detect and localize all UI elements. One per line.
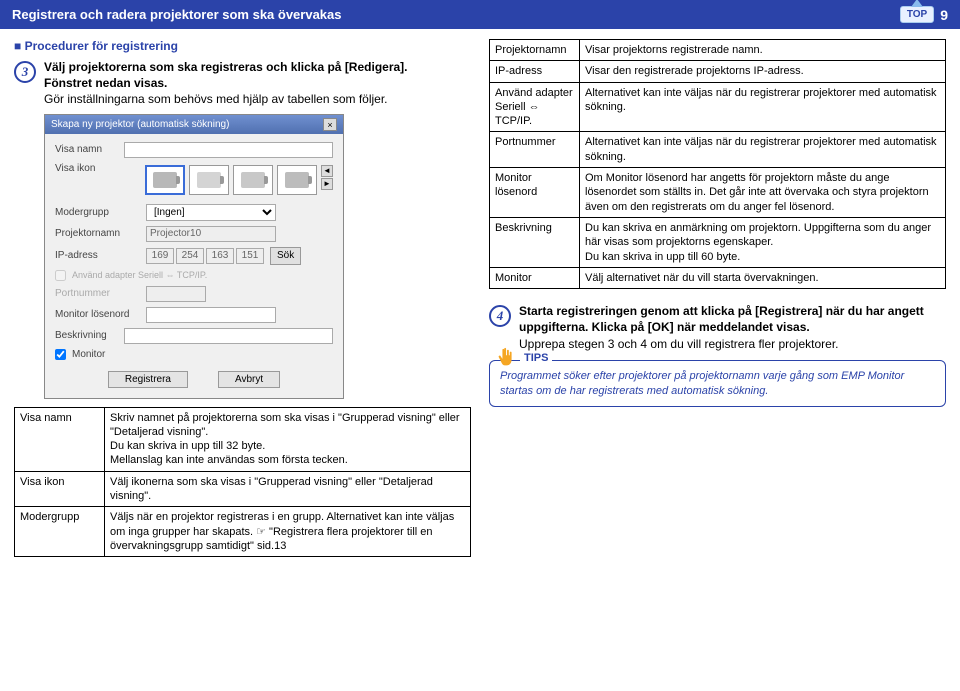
close-icon[interactable]: × (323, 118, 337, 131)
table-row: Använd adapter Seriell ⇔ TCP/IP.Alternat… (490, 82, 946, 132)
table-row: ProjektornamnVisar projektorns registrer… (490, 40, 946, 61)
page-header: Registrera och radera projektorer som sk… (0, 0, 960, 29)
dialog-title: Skapa ny projektor (automatisk sökning) (51, 119, 229, 130)
label-ip: IP-adress (55, 250, 140, 261)
projektornamn-input (146, 226, 276, 242)
table-row: Monitor lösenordOm Monitor lösenord har … (490, 168, 946, 218)
icon-option-3[interactable] (233, 165, 273, 195)
page-info: TOP 9 (900, 6, 948, 23)
label-beskrivning: Beskrivning (55, 330, 118, 341)
tips-box: TIPS Programmet söker efter projektorer … (489, 360, 946, 408)
icon-option-2[interactable] (189, 165, 229, 195)
table-row: BeskrivningDu kan skriva en anmärkning o… (490, 217, 946, 267)
step4-plain: Upprepa stegen 3 och 4 om du vill regist… (519, 337, 839, 351)
icon-selector: ◄ ► (145, 165, 333, 195)
step-number-3: 3 (14, 61, 36, 83)
icon-option-1[interactable] (145, 165, 185, 195)
left-info-table: Visa namnSkriv namnet på projektorerna s… (14, 407, 471, 558)
step3-line3: Gör inställningarna som behövs med hjälp… (44, 92, 388, 106)
step-4: 4 Starta registreringen genom att klicka… (489, 303, 946, 352)
top-badge[interactable]: TOP (900, 6, 934, 23)
step3-line1a: Välj projektorerna som ska registreras o… (44, 60, 345, 74)
page-number: 9 (940, 7, 948, 23)
tips-text: Programmet söker efter projektorer på pr… (500, 370, 904, 397)
scroll-right-icon[interactable]: ► (321, 178, 333, 190)
new-projector-dialog: Skapa ny projektor (automatisk sökning) … (44, 114, 344, 399)
register-button[interactable]: Registrera (108, 371, 188, 388)
step3-line2: Fönstret nedan visas. (44, 76, 167, 90)
label-visa-ikon: Visa ikon (55, 163, 139, 174)
left-column: Procedurer för registrering 3 Välj proje… (14, 39, 471, 557)
label-adapter: Använd adapter Seriell ⇔ TCP/IP. (72, 270, 207, 280)
step3-line1b: [Redigera]. (345, 60, 408, 74)
tips-label: TIPS (520, 351, 552, 366)
step-number-4: 4 (489, 305, 511, 327)
ip-seg-4 (236, 248, 264, 264)
table-row: MonitorVälj alternativet när du vill sta… (490, 267, 946, 288)
table-row: IP-adressVisar den registrerade projekto… (490, 61, 946, 82)
ip-seg-1 (146, 248, 174, 264)
adapter-checkbox (55, 270, 66, 281)
label-modergrupp: Modergrupp (55, 207, 140, 218)
table-row: Visa ikonVälj ikonerna som ska visas i "… (15, 471, 471, 507)
table-row: Visa namnSkriv namnet på projektorerna s… (15, 407, 471, 471)
dialog-titlebar: Skapa ny projektor (automatisk sökning) … (45, 115, 343, 134)
monitor-checkbox[interactable] (55, 349, 66, 360)
label-monitor: Monitor (72, 349, 157, 360)
ip-seg-3 (206, 248, 234, 264)
right-info-table: ProjektornamnVisar projektorns registrer… (489, 39, 946, 289)
step4-bold: Starta registreringen genom att klicka p… (519, 304, 924, 334)
portnummer-input (146, 286, 206, 302)
hand-icon (496, 347, 518, 369)
icon-option-4[interactable] (277, 165, 317, 195)
label-monitor-pw: Monitor lösenord (55, 309, 140, 320)
search-button[interactable]: Sök (270, 247, 301, 265)
beskrivning-input[interactable] (124, 328, 333, 344)
ip-input-group: Sök (146, 247, 301, 265)
label-portnummer: Portnummer (55, 288, 140, 299)
ip-seg-2 (176, 248, 204, 264)
cancel-button[interactable]: Avbryt (218, 371, 280, 388)
step-3: 3 Välj projektorerna som ska registreras… (14, 59, 471, 108)
modergrupp-select[interactable]: [Ingen] (146, 204, 276, 221)
label-visa-namn: Visa namn (55, 144, 118, 155)
label-projektornamn: Projektornamn (55, 228, 140, 239)
visa-namn-input[interactable] (124, 142, 333, 158)
right-column: ProjektornamnVisar projektorns registrer… (489, 39, 946, 557)
monitor-pw-input[interactable] (146, 307, 276, 323)
header-title: Registrera och radera projektorer som sk… (12, 7, 342, 22)
section-title: Procedurer för registrering (14, 39, 471, 53)
table-row: PortnummerAlternativet kan inte väljas n… (490, 132, 946, 168)
scroll-left-icon[interactable]: ◄ (321, 165, 333, 177)
table-row: ModergruppVäljs när en projektor registr… (15, 507, 471, 557)
